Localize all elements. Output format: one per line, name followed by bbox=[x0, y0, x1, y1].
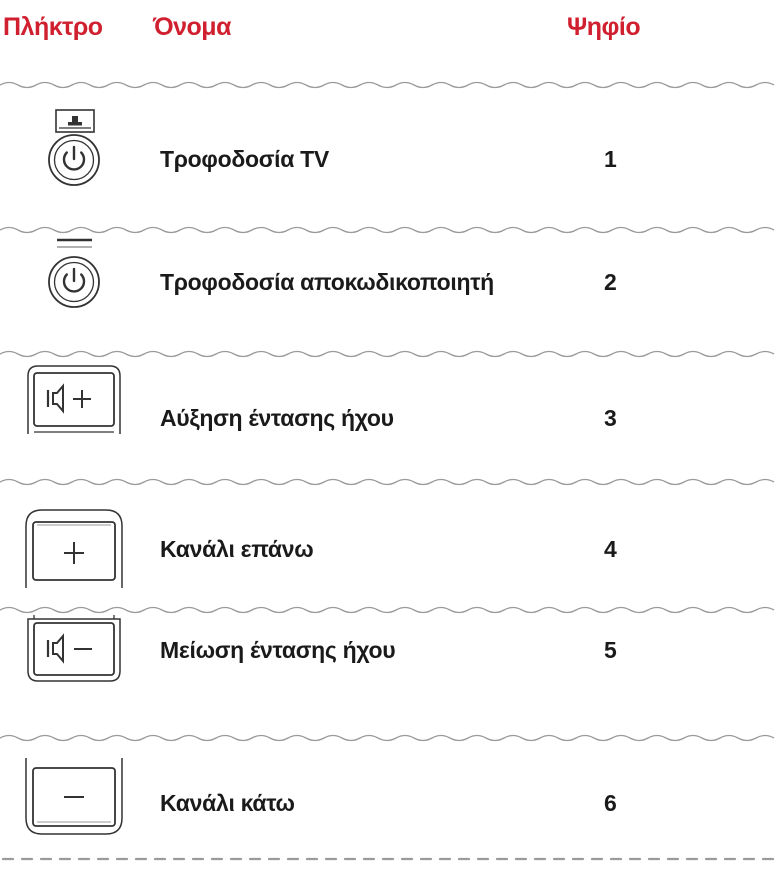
header-key: Πλήκτρο bbox=[3, 13, 103, 41]
channel-up-button-icon bbox=[10, 490, 130, 606]
row-digit: 3 bbox=[604, 405, 617, 431]
row-digit: 4 bbox=[604, 536, 617, 562]
row-name: Τροφοδοσία TV bbox=[160, 146, 329, 172]
row-digit: 5 bbox=[604, 637, 617, 663]
wavy-divider bbox=[0, 477, 775, 487]
wavy-divider bbox=[0, 80, 775, 90]
table-row: Αύξηση έντασης ήχου 3 bbox=[0, 360, 775, 476]
row-digit: 1 bbox=[604, 146, 617, 172]
decoder-power-button-icon bbox=[10, 235, 130, 351]
table-row: Τροφοδοσία TV 1 bbox=[0, 102, 775, 218]
table-row: Τροφοδοσία αποκωδικοποιητή 2 bbox=[0, 235, 775, 351]
tv-power-button-icon bbox=[10, 102, 130, 218]
table-row: Κανάλι κάτω 6 bbox=[0, 742, 775, 858]
row-digit: 6 bbox=[604, 790, 617, 816]
row-name: Κανάλι επάνω bbox=[160, 536, 314, 562]
row-digit: 2 bbox=[604, 269, 617, 295]
header-digit: Ψηφίο bbox=[567, 13, 641, 41]
row-name: Μείωση έντασης ήχου bbox=[160, 637, 396, 663]
wavy-divider bbox=[0, 225, 775, 235]
row-name: Τροφοδοσία αποκωδικοποιητή bbox=[160, 269, 494, 295]
wavy-divider bbox=[0, 605, 775, 615]
table-row: Μείωση έντασης ήχου 5 bbox=[0, 615, 775, 731]
volume-up-button-icon bbox=[10, 360, 130, 476]
table-row: Κανάλι επάνω 4 bbox=[0, 490, 775, 606]
volume-down-button-icon bbox=[10, 615, 130, 731]
row-name: Κανάλι κάτω bbox=[160, 790, 295, 816]
table-header: Πλήκτρο Όνομα Ψηφίο bbox=[0, 0, 775, 60]
row-name: Αύξηση έντασης ήχου bbox=[160, 405, 394, 431]
channel-down-button-icon bbox=[10, 742, 130, 858]
header-name: Όνομα bbox=[153, 13, 231, 41]
